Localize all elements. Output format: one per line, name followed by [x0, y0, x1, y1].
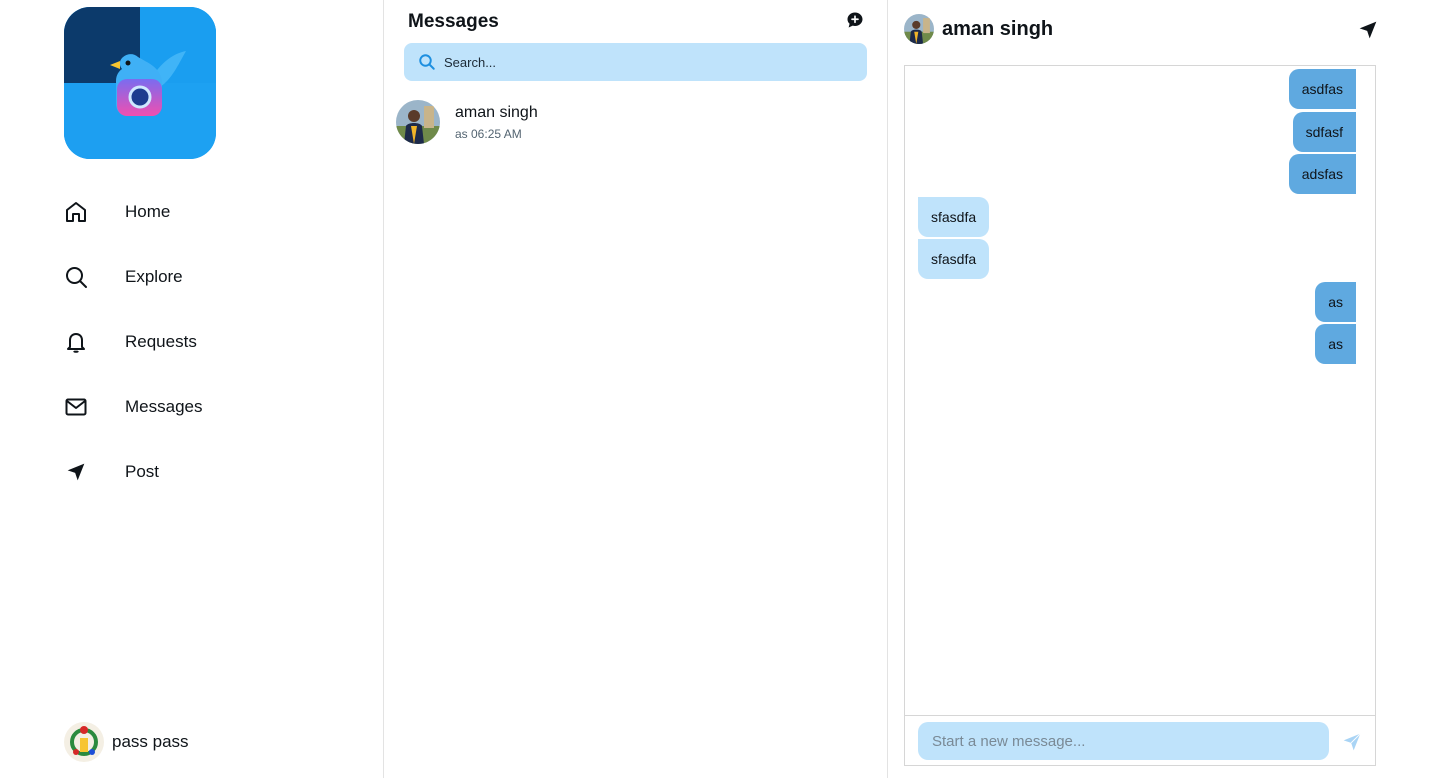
- message-row: adsfas: [905, 154, 1375, 197]
- nav-label-post: Post: [125, 461, 160, 481]
- message-composer: [905, 715, 1375, 765]
- outgoing-message-bubble: sdfasf: [1292, 111, 1356, 152]
- chat-panel: aman singh asdfas sdfasf adsfas sfasdfa …: [888, 0, 1440, 778]
- chat-window: asdfas sdfasf adsfas sfasdfa sfasdfa as …: [904, 65, 1376, 766]
- conversation-item[interactable]: aman singh as 06:25 AM: [396, 99, 876, 145]
- new-message-icon[interactable]: [846, 11, 864, 29]
- sidebar: Home Explore Requests Messages Post pass…: [0, 0, 384, 778]
- search-input[interactable]: [444, 54, 844, 70]
- message-row: sfasdfa: [905, 239, 1375, 282]
- message-list[interactable]: asdfas sdfasf adsfas sfasdfa sfasdfa as …: [905, 69, 1375, 715]
- incoming-message-bubble: sfasdfa: [918, 196, 990, 237]
- nav-item-post[interactable]: Post: [64, 439, 364, 504]
- outgoing-message-bubble: as: [1315, 324, 1356, 364]
- avatar: [64, 722, 104, 762]
- message-row: sfasdfa: [905, 196, 1375, 240]
- nav-item-home[interactable]: Home: [64, 179, 364, 244]
- outgoing-message-bubble: as: [1315, 281, 1356, 322]
- nav-label-requests: Requests: [125, 331, 197, 351]
- avatar: [396, 100, 440, 144]
- message-row: as: [905, 281, 1375, 325]
- nav-label-explore: Explore: [125, 266, 183, 286]
- send-arrow-icon: [64, 460, 88, 484]
- message-row: sdfasf: [905, 111, 1375, 155]
- search-icon: [418, 53, 436, 71]
- bird-camera-logo-icon: [64, 7, 216, 159]
- send-arrow-icon[interactable]: [1358, 20, 1378, 40]
- outgoing-message-bubble: asdfas: [1288, 69, 1356, 109]
- search-bar[interactable]: [404, 43, 867, 81]
- envelope-icon: [64, 395, 88, 419]
- incoming-message-bubble: sfasdfa: [918, 239, 990, 279]
- message-row: as: [905, 324, 1375, 367]
- search-icon: [64, 265, 88, 289]
- outgoing-message-bubble: adsfas: [1288, 154, 1356, 194]
- current-user[interactable]: pass pass: [64, 722, 189, 762]
- chat-header: aman singh: [904, 14, 1053, 44]
- current-user-name: pass pass: [112, 732, 189, 751]
- message-row: asdfas: [905, 69, 1375, 112]
- conversation-preview: as 06:25 AM: [455, 126, 522, 141]
- message-input[interactable]: [918, 722, 1329, 760]
- nav-item-explore[interactable]: Explore: [64, 244, 364, 309]
- conversation-name: aman singh: [455, 103, 538, 121]
- app-logo[interactable]: [64, 7, 216, 159]
- messages-list-panel: Messages aman singh as 06:25 AM: [384, 0, 888, 778]
- nav-item-messages[interactable]: Messages: [64, 374, 364, 439]
- bell-icon: [64, 330, 88, 354]
- nav-item-requests[interactable]: Requests: [64, 309, 364, 374]
- avatar[interactable]: [904, 14, 934, 44]
- conversation-text: aman singh as 06:25 AM: [455, 104, 538, 141]
- main-nav: Home Explore Requests Messages Post: [64, 179, 364, 504]
- nav-label-home: Home: [125, 201, 171, 221]
- page-title: Messages: [408, 11, 499, 32]
- nav-label-messages: Messages: [125, 396, 203, 416]
- chat-contact-name: aman singh: [942, 17, 1054, 40]
- home-icon: [64, 200, 88, 224]
- send-button[interactable]: [1342, 732, 1362, 752]
